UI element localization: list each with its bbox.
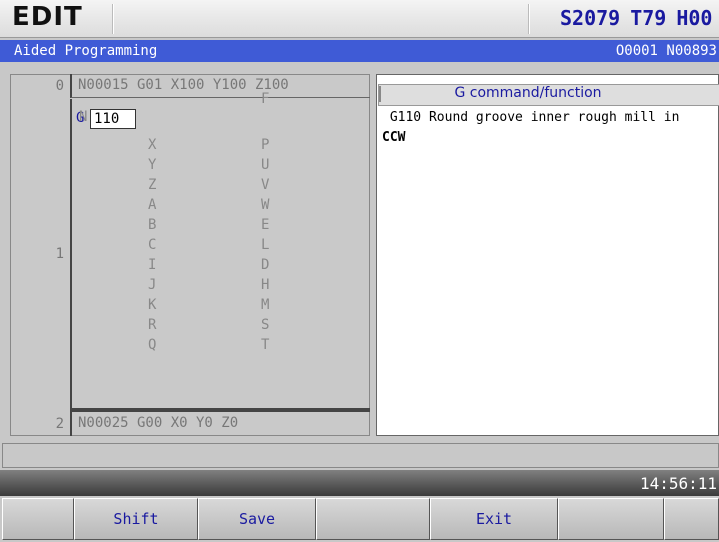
address-label[interactable]: M — [261, 297, 269, 313]
row-numbers: 0 1 2 — [10, 74, 70, 436]
address-label[interactable]: Y — [148, 157, 156, 173]
next-block-text: N00025 G00 X0 Y0 Z0 — [78, 415, 239, 431]
clock: 14:56:11 — [639, 474, 717, 493]
g-code-input[interactable]: 110 — [90, 109, 136, 129]
tool-number: T79 — [630, 6, 667, 30]
previous-block[interactable]: N00015 G01 X100 Y100 Z100 — [70, 74, 370, 98]
info-panel-title: G command/function — [454, 85, 602, 101]
address-label[interactable]: R — [148, 317, 156, 333]
h-offset: H00 — [676, 6, 713, 30]
address-label[interactable]: B — [148, 217, 156, 233]
divider — [528, 4, 530, 34]
address-label[interactable]: D — [261, 257, 269, 273]
mode-indicator: EDIT — [12, 2, 83, 32]
softkey-1[interactable] — [2, 498, 74, 540]
address-label[interactable]: A — [148, 197, 156, 213]
exit-button[interactable]: Exit — [430, 498, 558, 540]
address-label[interactable]: Q — [148, 337, 156, 353]
machine-status: S2079 T79 H00 — [560, 6, 719, 30]
g-command-description: G110 Round groove inner rough mill in CC… — [382, 108, 719, 148]
address-label[interactable]: L — [261, 237, 269, 253]
address-label[interactable]: S — [261, 317, 269, 333]
address-label[interactable]: P — [261, 137, 269, 153]
address-label[interactable]: J — [148, 277, 156, 293]
screen-header: Aided Programming O0001 N00893 — [0, 40, 719, 62]
row-number: 0 — [55, 78, 64, 94]
address-label[interactable]: U — [261, 157, 269, 173]
address-label[interactable]: W — [261, 197, 269, 213]
program-number: O0001 N00893 — [615, 43, 717, 59]
screen-title: Aided Programming — [14, 43, 158, 59]
shift-button[interactable]: Shift — [74, 498, 198, 540]
address-label[interactable]: X — [148, 137, 156, 153]
status-bar — [0, 470, 719, 496]
description-line: CCW — [382, 130, 406, 145]
softkey-6[interactable] — [558, 498, 664, 540]
address-label[interactable]: N — [79, 109, 87, 125]
address-label[interactable]: F — [261, 91, 269, 107]
address-label[interactable]: I — [148, 257, 156, 273]
address-label[interactable]: Z — [148, 177, 156, 193]
address-label[interactable]: K — [148, 297, 156, 313]
address-label[interactable]: E — [261, 217, 269, 233]
address-label[interactable]: T — [261, 337, 269, 353]
save-button[interactable]: Save — [198, 498, 316, 540]
message-bar — [2, 443, 719, 468]
divider — [112, 4, 114, 34]
address-label[interactable]: H — [261, 277, 269, 293]
row-number: 1 — [55, 246, 64, 262]
next-block[interactable]: N00025 G00 X0 Y0 Z0 — [70, 410, 370, 436]
previous-block-text: N00015 G01 X100 Y100 Z100 — [78, 77, 289, 93]
spindle-speed: S2079 — [560, 6, 621, 30]
row-number: 2 — [55, 416, 64, 432]
address-label[interactable]: V — [261, 177, 269, 193]
description-line: G110 Round groove inner rough mill in — [382, 110, 680, 125]
softkey-7[interactable] — [664, 498, 719, 540]
softkey-4[interactable] — [316, 498, 430, 540]
address-label[interactable]: C — [148, 237, 156, 253]
block-form — [70, 99, 370, 410]
